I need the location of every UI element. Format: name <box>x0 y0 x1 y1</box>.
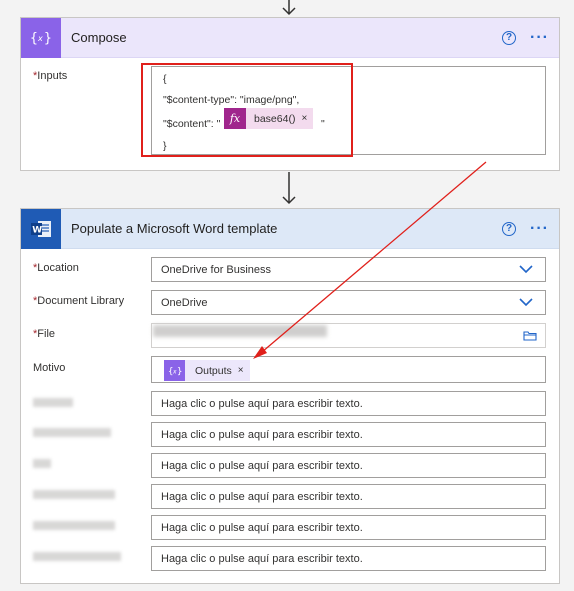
field-placeholder: Haga clic o pulse aquí para escribir tex… <box>161 490 363 503</box>
compose-action-card[interactable]: { x } Compose ? ··· *Inputs { "$content-… <box>20 17 560 171</box>
field-placeholder: Haga clic o pulse aquí para escribir tex… <box>161 521 363 534</box>
more-options-icon[interactable]: ··· <box>530 220 549 238</box>
text-field[interactable]: Haga clic o pulse aquí para escribir tex… <box>151 422 546 447</box>
chevron-down-icon[interactable] <box>519 297 533 307</box>
redacted-file-path <box>153 325 327 337</box>
redacted-field-label <box>33 428 111 437</box>
redacted-field-label <box>33 552 121 561</box>
outputs-token[interactable]: { x } Outputs × <box>164 360 250 381</box>
svg-text:}: } <box>177 367 182 377</box>
chevron-down-icon[interactable] <box>519 264 533 274</box>
redacted-field-label <box>33 459 51 468</box>
motivo-label: Motivo <box>33 362 66 374</box>
redacted-field-label <box>33 521 115 530</box>
file-label: *File <box>33 328 55 340</box>
document-library-value: OneDrive <box>161 296 208 309</box>
text-field[interactable]: Haga clic o pulse aquí para escribir tex… <box>151 546 546 571</box>
text-field[interactable]: Haga clic o pulse aquí para escribir tex… <box>151 391 546 416</box>
remove-token-icon[interactable]: × <box>238 365 250 376</box>
compose-token-icon: { x } <box>164 360 185 381</box>
word-icon: W <box>21 208 61 249</box>
compose-title: Compose <box>71 30 127 45</box>
annotation-highlight-box <box>141 63 353 157</box>
word-card-header[interactable]: W Populate a Microsoft Word template ? ·… <box>21 208 559 249</box>
outputs-token-label: Outputs <box>195 364 232 377</box>
text-field[interactable]: Haga clic o pulse aquí para escribir tex… <box>151 484 546 509</box>
document-library-dropdown[interactable]: OneDrive <box>151 290 546 315</box>
compose-icon: { x } <box>21 17 61 58</box>
field-placeholder: Haga clic o pulse aquí para escribir tex… <box>161 397 363 410</box>
location-value: OneDrive for Business <box>161 263 272 276</box>
word-action-title: Populate a Microsoft Word template <box>71 221 278 236</box>
location-label: *Location <box>33 262 79 274</box>
connector-arrow-middle <box>282 172 296 205</box>
connector-arrow-top <box>282 0 296 16</box>
compose-card-header[interactable]: { x } Compose ? ··· <box>21 17 559 58</box>
inputs-label: *Inputs <box>33 70 67 82</box>
location-dropdown[interactable]: OneDrive for Business <box>151 257 546 282</box>
svg-text:{: { <box>30 31 38 46</box>
svg-text:W: W <box>32 225 42 235</box>
help-icon[interactable]: ? <box>502 30 517 45</box>
document-library-label-text: Document Library <box>37 295 125 307</box>
document-library-label: *Document Library <box>33 295 124 307</box>
field-placeholder: Haga clic o pulse aquí para escribir tex… <box>161 552 363 565</box>
redacted-field-label <box>33 490 115 499</box>
field-placeholder: Haga clic o pulse aquí para escribir tex… <box>161 459 363 472</box>
more-options-icon[interactable]: ··· <box>530 29 549 47</box>
text-field[interactable]: Haga clic o pulse aquí para escribir tex… <box>151 453 546 478</box>
inputs-label-text: Inputs <box>37 70 68 82</box>
file-label-text: File <box>37 328 56 340</box>
svg-text:x: x <box>37 34 43 43</box>
folder-icon[interactable] <box>523 330 537 341</box>
field-placeholder: Haga clic o pulse aquí para escribir tex… <box>161 428 363 441</box>
location-label-text: Location <box>37 262 79 274</box>
svg-text:}: } <box>44 31 52 46</box>
text-field[interactable]: Haga clic o pulse aquí para escribir tex… <box>151 515 546 540</box>
word-template-action-card[interactable]: W Populate a Microsoft Word template ? ·… <box>20 208 560 584</box>
help-icon[interactable]: ? <box>502 221 517 236</box>
redacted-field-label <box>33 398 73 407</box>
